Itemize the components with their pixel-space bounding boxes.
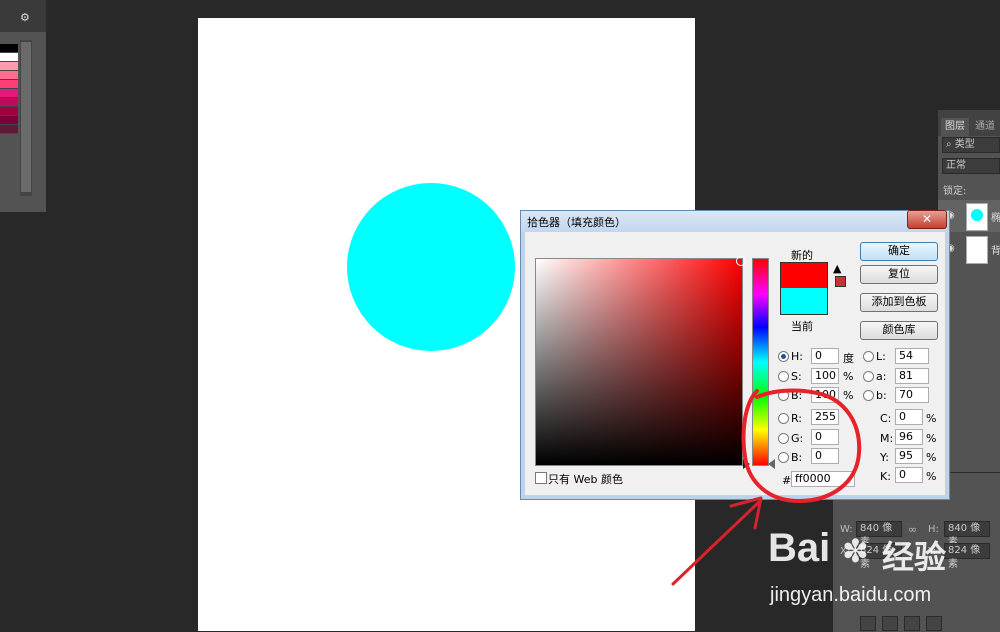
color-swatch[interactable]	[0, 89, 18, 98]
layer-name: 背	[991, 246, 1000, 257]
web-colors-only-label: 只有 Web 颜色	[548, 473, 623, 486]
paw-icon: ✽	[842, 532, 869, 570]
current-color-label: 当前	[791, 320, 813, 333]
lock-label: 锁定:	[943, 186, 967, 197]
layer-filter-label: 类型	[954, 139, 975, 150]
s-unit: %	[843, 370, 854, 383]
radio-h[interactable]	[778, 351, 789, 362]
y-unit: %	[926, 451, 937, 464]
a-input[interactable]: 81	[895, 368, 929, 384]
color-swatch[interactable]	[0, 98, 18, 107]
out-of-gamut-warning-icon[interactable]: ▲	[833, 262, 841, 275]
l-input[interactable]: 54	[895, 348, 929, 364]
watermark-url: jingyan.baidu.com	[770, 584, 932, 606]
search-icon: ⌕	[946, 139, 952, 150]
k-unit: %	[926, 470, 937, 483]
color-swatch[interactable]	[0, 71, 18, 80]
current-color-swatch[interactable]	[780, 288, 828, 315]
ok-button[interactable]: 确定	[860, 242, 938, 261]
add-to-swatches-button[interactable]: 添加到色板	[860, 293, 938, 312]
layer-name: 椭	[991, 213, 1000, 224]
gear-icon[interactable]: ⚙	[20, 11, 30, 24]
layer-filter-select[interactable]: ⌕ 类型	[942, 137, 1000, 153]
color-field-marker[interactable]	[736, 256, 746, 266]
baidu-jingyan-watermark: Bai ✽ 经验 jingyan.baidu.com	[768, 518, 1000, 631]
blend-mode-select[interactable]: 正常	[942, 158, 1000, 174]
k-label: K:	[880, 470, 891, 483]
color-swatch[interactable]	[0, 62, 18, 71]
color-swatch[interactable]	[0, 44, 18, 53]
tab-channels[interactable]: 通道	[971, 118, 999, 136]
color-swatch[interactable]	[0, 116, 18, 125]
color-swatch[interactable]	[0, 80, 18, 89]
s-input[interactable]: 100	[811, 368, 839, 384]
color-swatch[interactable]	[0, 125, 18, 134]
y-label: Y:	[880, 451, 889, 464]
tab-layers[interactable]: 图层	[941, 118, 969, 136]
radio-l[interactable]	[863, 351, 874, 362]
lab-b-label: b:	[876, 389, 887, 402]
m-input[interactable]: 96	[895, 429, 923, 445]
radio-a[interactable]	[863, 371, 874, 382]
close-button[interactable]: ✕	[907, 210, 947, 229]
new-color-swatch	[780, 262, 828, 289]
y-input[interactable]: 95	[895, 448, 923, 464]
m-label: M:	[880, 432, 894, 445]
cyan-ellipse-shape[interactable]	[347, 183, 515, 351]
gamut-correction-swatch[interactable]	[835, 276, 846, 287]
lab-b-input[interactable]: 70	[895, 387, 929, 403]
watermark-brand-cn: 经验	[882, 538, 947, 576]
h-unit: 度	[843, 352, 854, 365]
color-swatch[interactable]	[0, 53, 18, 62]
m-unit: %	[926, 432, 937, 445]
radio-s[interactable]	[778, 371, 789, 382]
color-libraries-button[interactable]: 颜色库	[860, 321, 938, 340]
dialog-title: 拾色器（填充颜色）	[527, 216, 626, 229]
radio-lab-b[interactable]	[863, 390, 874, 401]
s-label: S:	[791, 370, 802, 383]
c-input[interactable]: 0	[895, 409, 923, 425]
c-unit: %	[926, 412, 937, 425]
l-label: L:	[876, 350, 886, 363]
c-label: C:	[880, 412, 892, 425]
watermark-brand: Bai	[768, 526, 831, 570]
saturation-brightness-field[interactable]	[535, 258, 743, 466]
layer-thumbnail	[966, 236, 988, 264]
a-label: a:	[876, 370, 887, 383]
red-annotation-arrow	[671, 496, 763, 586]
web-colors-only-checkbox[interactable]	[535, 472, 547, 484]
swatches-scrollbar-thumb[interactable]	[21, 42, 31, 192]
h-input[interactable]: 0	[811, 348, 839, 364]
reset-button[interactable]: 复位	[860, 265, 938, 284]
layer-thumbnail	[966, 203, 988, 231]
color-swatch[interactable]	[0, 107, 18, 116]
k-input[interactable]: 0	[895, 467, 923, 483]
h-label: H:	[791, 350, 803, 363]
swatch-grid	[0, 44, 18, 134]
new-color-label: 新的	[791, 249, 813, 262]
layer-thumbnail-shape	[971, 209, 983, 221]
